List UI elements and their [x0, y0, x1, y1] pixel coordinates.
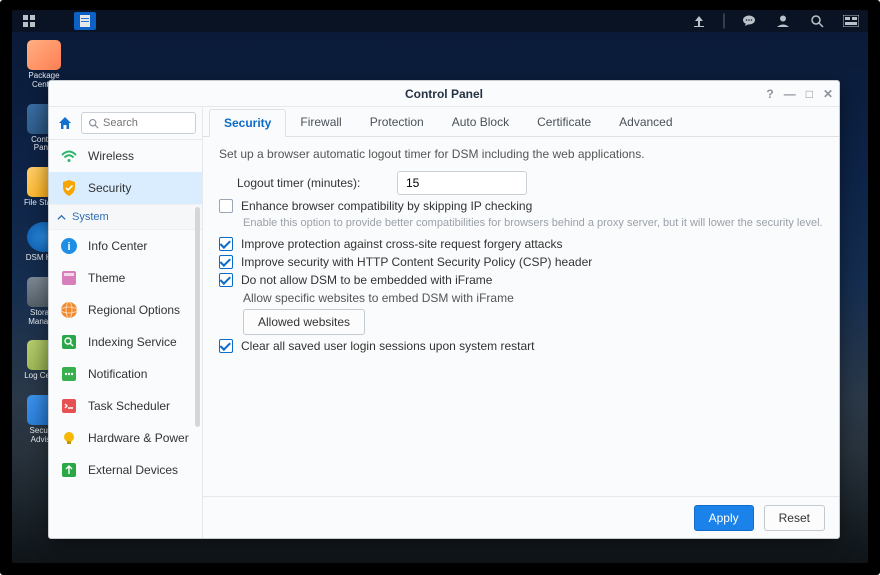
- chat-icon[interactable]: [738, 12, 760, 30]
- window-close-button[interactable]: ✕: [823, 87, 833, 101]
- tab-firewall[interactable]: Firewall: [286, 108, 355, 136]
- sidebar: Wireless Security System i Info Cent: [49, 107, 203, 538]
- checkbox-icon: [219, 273, 233, 287]
- iframe-sub-label: Allow specific websites to embed DSM wit…: [219, 291, 823, 305]
- tab-protection[interactable]: Protection: [356, 108, 438, 136]
- checkbox-icon: [219, 199, 233, 213]
- tab-advanced[interactable]: Advanced: [605, 108, 686, 136]
- sidebar-item-label: Task Scheduler: [88, 399, 170, 413]
- index-icon: [59, 332, 79, 352]
- skip-ip-checkbox[interactable]: Enhance browser compatibility by skippin…: [219, 199, 532, 213]
- sidebar-item-hardware-power[interactable]: Hardware & Power: [49, 422, 202, 454]
- task-icon: [59, 396, 79, 416]
- content-area: Security Firewall Protection Auto Block …: [203, 107, 839, 538]
- theme-icon: [59, 268, 79, 288]
- sidebar-scroll[interactable]: Wireless Security System i Info Cent: [49, 140, 202, 538]
- tab-security[interactable]: Security: [209, 109, 286, 137]
- security-panel: Set up a browser automatic logout timer …: [203, 137, 839, 496]
- tabs: Security Firewall Protection Auto Block …: [203, 107, 839, 137]
- sidebar-item-label: Indexing Service: [88, 335, 177, 349]
- csp-checkbox[interactable]: Improve security with HTTP Content Secur…: [219, 255, 592, 269]
- sidebar-item-theme[interactable]: Theme: [49, 262, 202, 294]
- search-input[interactable]: [103, 117, 189, 129]
- tab-certificate[interactable]: Certificate: [523, 108, 605, 136]
- home-icon[interactable]: [55, 113, 75, 133]
- chevron-up-icon: [57, 213, 66, 222]
- sidebar-item-label: Info Center: [88, 239, 147, 253]
- svg-text:i: i: [67, 241, 70, 253]
- dashboard-icon[interactable]: [840, 12, 862, 30]
- upload-icon[interactable]: [688, 12, 710, 30]
- panel-footer: Apply Reset: [203, 496, 839, 538]
- sidebar-item-task-scheduler[interactable]: Task Scheduler: [49, 390, 202, 422]
- apply-button[interactable]: Apply: [694, 505, 754, 531]
- checkbox-icon: [219, 339, 233, 353]
- window-minimize-button[interactable]: —: [784, 87, 796, 101]
- globe-icon: [59, 300, 79, 320]
- skip-ip-hint: Enable this option to provide better com…: [219, 217, 823, 229]
- window-title: Control Panel: [405, 87, 483, 101]
- search-icon: [88, 118, 99, 129]
- sidebar-item-label: Theme: [88, 271, 125, 285]
- reset-button[interactable]: Reset: [764, 505, 825, 531]
- bulb-icon: [59, 428, 79, 448]
- sidebar-item-label: Regional Options: [88, 303, 180, 317]
- scrollbar[interactable]: [195, 207, 200, 427]
- shield-icon: [59, 178, 79, 198]
- sidebar-item-label: Wireless: [88, 149, 134, 163]
- external-icon: [59, 460, 79, 480]
- intro-text: Set up a browser automatic logout timer …: [219, 147, 823, 161]
- sidebar-group-system[interactable]: System: [49, 204, 202, 230]
- clear-sessions-checkbox[interactable]: Clear all saved user login sessions upon…: [219, 339, 534, 353]
- info-icon: i: [59, 236, 79, 256]
- sidebar-item-label: Notification: [88, 367, 147, 381]
- control-panel-window: Control Panel ? — □ ✕: [48, 80, 840, 539]
- user-icon[interactable]: [772, 12, 794, 30]
- search-box[interactable]: [81, 112, 196, 134]
- sidebar-item-security[interactable]: Security: [49, 172, 202, 204]
- csrf-checkbox[interactable]: Improve protection against cross-site re…: [219, 237, 562, 251]
- logout-timer-label: Logout timer (minutes):: [237, 176, 387, 190]
- sidebar-item-label: Hardware & Power: [88, 431, 189, 445]
- sidebar-item-label: Security: [88, 181, 131, 195]
- main-menu-icon[interactable]: [18, 12, 40, 30]
- checkbox-icon: [219, 255, 233, 269]
- window-help-button[interactable]: ?: [766, 87, 773, 101]
- wifi-icon: [59, 146, 79, 166]
- sidebar-group-label: System: [72, 211, 109, 223]
- search-tray-icon[interactable]: [806, 12, 828, 30]
- tab-auto-block[interactable]: Auto Block: [438, 108, 523, 136]
- sidebar-item-external-devices[interactable]: External Devices: [49, 454, 202, 486]
- sidebar-item-indexing[interactable]: Indexing Service: [49, 326, 202, 358]
- checkbox-icon: [219, 237, 233, 251]
- bell-icon: [59, 364, 79, 384]
- allowed-websites-button[interactable]: Allowed websites: [243, 309, 365, 335]
- sidebar-item-regional[interactable]: Regional Options: [49, 294, 202, 326]
- file-manager-taskbar-icon[interactable]: [74, 12, 96, 30]
- sidebar-item-notification[interactable]: Notification: [49, 358, 202, 390]
- taskbar-tray: |: [688, 12, 862, 30]
- sidebar-item-info-center[interactable]: i Info Center: [49, 230, 202, 262]
- window-maximize-button[interactable]: □: [806, 87, 813, 101]
- sidebar-item-label: External Devices: [88, 463, 178, 477]
- iframe-checkbox[interactable]: Do not allow DSM to be embedded with iFr…: [219, 273, 492, 287]
- sidebar-item-wireless[interactable]: Wireless: [49, 140, 202, 172]
- window-titlebar: Control Panel ? — □ ✕: [49, 81, 839, 107]
- logout-timer-input[interactable]: [397, 171, 527, 195]
- system-taskbar: |: [12, 10, 868, 32]
